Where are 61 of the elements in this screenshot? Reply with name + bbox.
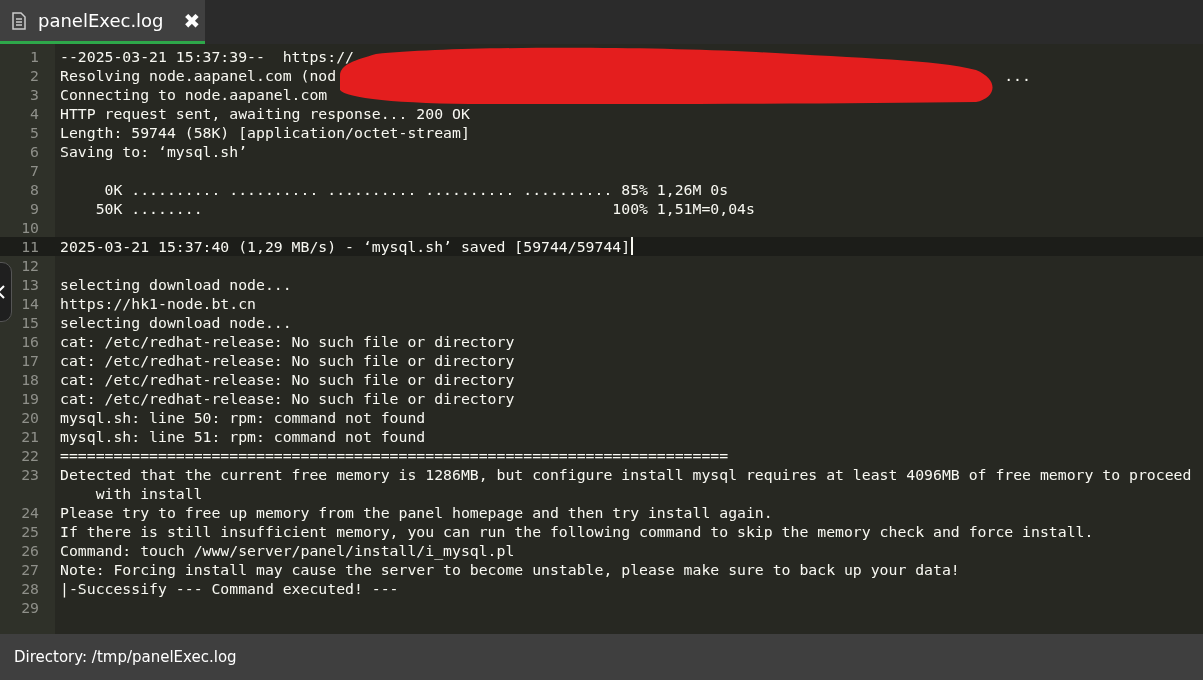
line-number: 23 [20, 465, 40, 485]
line-number: 3 [29, 85, 40, 104]
line-number: 22 [20, 446, 40, 465]
log-text: Note: Forcing install may cause the server to become unstable, please make sure to back up your data! [60, 560, 960, 579]
log-text: mysql.sh: line 51: rpm: command not found [60, 427, 426, 446]
line-number: 15 [20, 313, 40, 332]
line-number: 16 [20, 332, 40, 351]
log-text: Resolving node.aapanel.com (nod [60, 66, 337, 85]
line-number: 5 [29, 123, 40, 142]
log-text: |-Successify --- Command executed! --- [60, 579, 399, 598]
line-number: 6 [29, 142, 40, 161]
log-text: HTTP request sent, awaiting response... 200 OK [60, 104, 470, 123]
log-text: Detected that the current free memory is 1286MB, but configure install mysql requires at least 4096MB of free memory to proceed with install [60, 465, 1193, 503]
line-number: 20 [20, 408, 40, 427]
line-number: 11 [20, 237, 40, 256]
directory-path: Directory: /tmp/panelExec.log [14, 648, 237, 666]
line-number: 8 [29, 180, 40, 199]
line-number: 26 [20, 541, 40, 560]
log-text: cat: /etc/redhat-release: No such file or directory [60, 351, 515, 370]
line-number: 21 [20, 427, 40, 446]
log-text: cat: /etc/redhat-release: No such file or directory [60, 370, 515, 389]
log-text: selecting download node... [60, 313, 292, 332]
log-text: 50K ........ 100% 1,51M=0,04s [94, 199, 755, 218]
line-number: 28 [20, 579, 40, 598]
line-number: 13 [20, 275, 40, 294]
line-number: 27 [20, 560, 40, 579]
line-number: 1 [29, 47, 40, 66]
log-text: =========================================================================== [60, 446, 729, 465]
tab-title: panelExec.log [38, 10, 164, 31]
line-number: 14 [20, 294, 40, 313]
log-text: https://hk1-node.bt.cn [60, 294, 256, 313]
line-number: 19 [20, 389, 40, 408]
log-text: Please try to free up memory from the panel homepage and then try install again. [60, 503, 773, 522]
log-text: If there is still insufficient memory, you can run the following command to skip the memory check and force install. [60, 522, 1094, 541]
line-number: 2 [29, 66, 40, 85]
log-text: Connecting to node.aapanel.com [60, 85, 328, 104]
log-text: selecting download node... [60, 275, 292, 294]
document-icon [12, 11, 26, 30]
log-text: ... [1004, 66, 1031, 85]
line-number: 25 [20, 522, 40, 541]
line-number: 9 [29, 199, 40, 218]
line-number: 17 [20, 351, 40, 370]
line-number: 10 [20, 218, 40, 237]
log-text: 0K .......... .......... .......... .......... .......... 85% 1,26M 0s [103, 180, 729, 199]
log-text: Command: touch /www/server/panel/install/i_mysql.pl [60, 541, 515, 560]
log-text: 2025-03-21 15:37:40 (1,29 MB/s) - ‘mysql.sh’ saved [59744/59744] [60, 237, 631, 256]
line-number: 7 [29, 161, 40, 180]
line-number: 18 [20, 370, 40, 389]
log-text: --2025-03-21 15:37:39-- https:// [60, 47, 354, 66]
line-number: 12 [20, 256, 40, 275]
text-cursor [631, 237, 634, 255]
log-text: Length: 59744 (58K) [application/octet-stream] [60, 123, 470, 142]
log-text: Saving to: ‘mysql.sh’ [60, 142, 248, 161]
line-number: 4 [29, 104, 40, 123]
file-tab[interactable]: panelExec.log ✖ [0, 0, 205, 44]
line-number: 29 [20, 598, 40, 617]
close-icon[interactable]: ✖ [183, 8, 201, 33]
log-text: cat: /etc/redhat-release: No such file or directory [60, 389, 515, 408]
log-text: cat: /etc/redhat-release: No such file or directory [60, 332, 515, 351]
line-number: 24 [20, 503, 40, 522]
log-text: mysql.sh: line 50: rpm: command not found [60, 408, 426, 427]
